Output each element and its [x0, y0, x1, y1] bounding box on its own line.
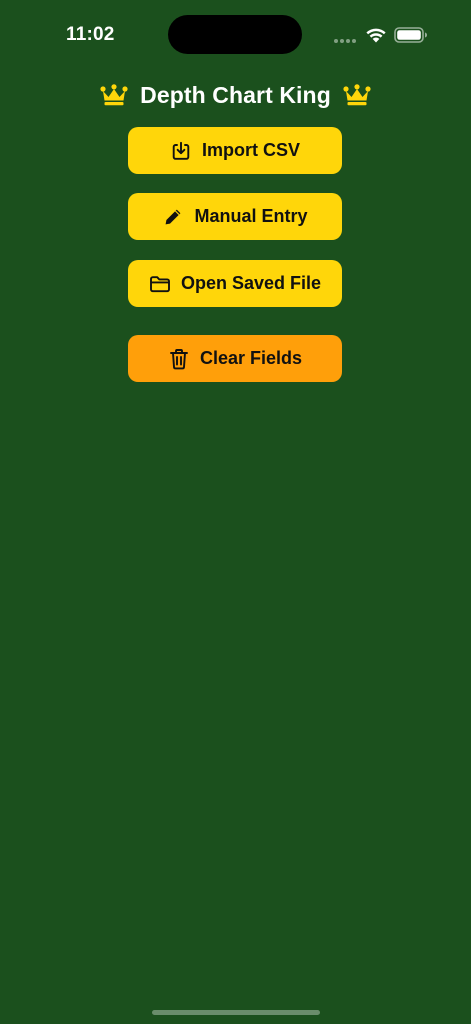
status-time: 11:02 — [66, 24, 115, 45]
clear-fields-button[interactable]: Clear Fields — [128, 335, 342, 382]
open-saved-file-button[interactable]: Open Saved File — [128, 260, 342, 307]
home-indicator[interactable] — [152, 1010, 320, 1015]
folder-icon — [149, 273, 171, 295]
trash-icon — [168, 348, 190, 370]
dynamic-island — [168, 15, 302, 54]
wifi-icon — [366, 28, 386, 43]
import-csv-button[interactable]: Import CSV — [128, 127, 342, 174]
import-csv-label: Import CSV — [201, 140, 300, 160]
crown-icon — [343, 84, 371, 106]
app-screen: 11:02 Depth Chart King Import CSV Manual… — [0, 0, 471, 1024]
app-header: Depth Chart King — [0, 78, 471, 112]
pencil-icon — [162, 206, 184, 228]
battery-icon — [394, 27, 427, 43]
open-saved-file-label: Open Saved File — [180, 273, 322, 293]
import-icon — [170, 140, 192, 162]
manual-entry-button[interactable]: Manual Entry — [128, 193, 342, 240]
cellular-signal-icon — [334, 39, 356, 43]
app-title: Depth Chart King — [140, 81, 331, 108]
clear-fields-label: Clear Fields — [199, 348, 303, 368]
manual-entry-label: Manual Entry — [194, 206, 308, 226]
crown-icon — [100, 84, 128, 106]
